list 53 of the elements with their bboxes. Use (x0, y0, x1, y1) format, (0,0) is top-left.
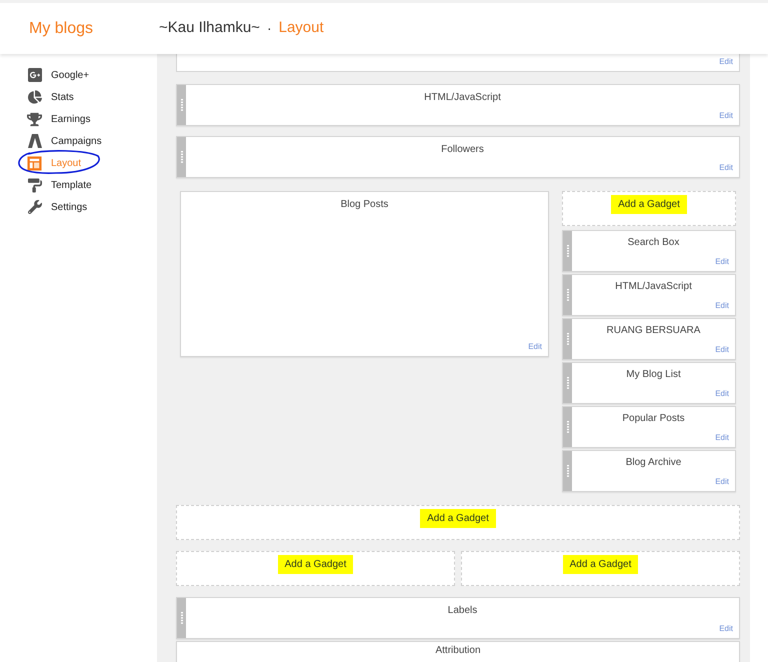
sidebar-item[interactable]: Earnings (0, 108, 157, 130)
drag-handle[interactable] (563, 319, 572, 359)
edit-link[interactable]: Edit (715, 476, 729, 488)
edit-link[interactable]: Edit (715, 300, 729, 312)
letter-a-icon (26, 133, 42, 149)
sidebar-item[interactable]: Template (0, 174, 157, 196)
drag-handle[interactable] (563, 231, 572, 271)
edit-link[interactable]: Edit (715, 344, 729, 356)
blog-title: ~Kau Ilhamku~ (159, 18, 260, 38)
gadget-title: Popular Posts (622, 412, 685, 426)
gadget-title: Blog Archive (626, 456, 682, 470)
gadget-title: HTML/JavaScript (615, 280, 692, 294)
edit-link[interactable]: Edit (719, 56, 733, 68)
layout-icon (27, 156, 42, 170)
drag-handle[interactable] (563, 363, 572, 403)
gadget-title: Attribution (435, 644, 481, 658)
brand-link[interactable]: My blogs (29, 16, 94, 40)
sidebar-item[interactable]: Campaigns (0, 130, 157, 152)
gadget-title: Labels (448, 604, 478, 618)
drag-handle[interactable] (177, 598, 186, 638)
gadget-title: Blog Posts (340, 198, 388, 212)
sidebar-item[interactable]: Stats (0, 86, 157, 108)
drag-handle[interactable] (563, 275, 572, 315)
add-gadget-link[interactable]: Add a Gadget (611, 195, 687, 214)
drag-handle[interactable] (177, 85, 186, 125)
sidebar-item[interactable]: Settings (0, 196, 157, 218)
sidebar-item[interactable]: Layout (0, 152, 157, 174)
separator-dot: · (266, 19, 272, 38)
gadget-title: Search Box (628, 236, 680, 250)
gadget-title: RUANG BERSUARA (606, 324, 700, 338)
page-title: Layout (278, 18, 324, 38)
trophy-icon (27, 112, 42, 126)
paint-roller-icon (28, 178, 42, 192)
drag-handle[interactable] (177, 137, 186, 177)
edit-link[interactable]: Edit (719, 110, 733, 122)
edit-link[interactable]: Edit (715, 388, 729, 400)
add-gadget-link[interactable]: Add a Gadget (420, 509, 496, 528)
add-gadget-link[interactable]: Add a Gadget (278, 555, 354, 574)
gadget-title: Followers (441, 143, 484, 157)
edit-link[interactable]: Edit (715, 432, 729, 444)
edit-link[interactable]: Edit (719, 162, 733, 174)
add-gadget-link[interactable]: Add a Gadget (562, 555, 638, 574)
drag-handle[interactable] (563, 451, 572, 491)
pie-chart-icon (28, 90, 42, 104)
edit-link[interactable]: Edit (528, 341, 542, 353)
gadget-title: My Blog List (626, 368, 681, 382)
edit-link[interactable]: Edit (719, 623, 733, 635)
wrench-icon (28, 200, 42, 214)
google-plus-icon (26, 67, 42, 83)
edit-link[interactable]: Edit (715, 256, 729, 268)
sidebar-item[interactable]: Google+ (0, 64, 157, 86)
gadget-title: HTML/JavaScript (424, 91, 501, 105)
drag-handle[interactable] (563, 407, 572, 447)
